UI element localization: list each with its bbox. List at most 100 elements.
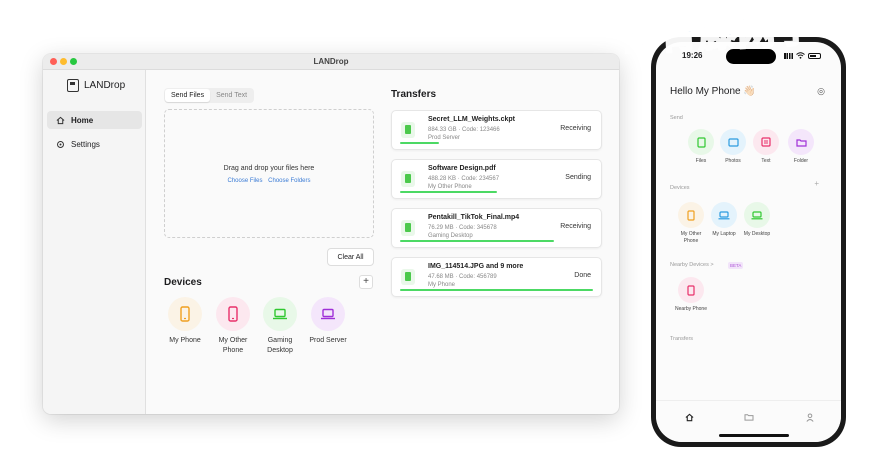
file-icon (696, 136, 706, 148)
transfer-meta: 47.68 MB · Code: 456789 (428, 274, 497, 280)
transfer-item[interactable]: Software Design.pdf 488.28 KB · Code: 23… (391, 159, 602, 199)
transfer-item[interactable]: Secret_LLM_Weights.ckpt 884.33 GB · Code… (391, 110, 602, 150)
device-my-phone[interactable]: My Phone (160, 297, 210, 346)
watermark: 常青藤网子 (618, 5, 817, 61)
titlebar: LANDrop (43, 54, 619, 70)
transfer-device: My Other Phone (428, 184, 472, 190)
transfer-status: Sending (565, 174, 591, 181)
send-section-label: Send (670, 115, 683, 121)
transfer-progress-bar (400, 142, 439, 144)
send-folder-button[interactable]: Folder (783, 129, 819, 165)
battery-icon (808, 52, 821, 59)
phone-tab-bar (656, 400, 841, 442)
device-avatar (311, 297, 345, 331)
folder-icon (795, 138, 807, 147)
device-avatar (168, 297, 202, 331)
beta-badge: BETA (728, 262, 744, 269)
laptop-icon (718, 210, 730, 219)
brand-name: LANDrop (84, 80, 126, 91)
transfer-name: Software Design.pdf (428, 165, 496, 172)
device-label: Prod Server (309, 337, 347, 344)
transfer-item[interactable]: Pentakill_TikTok_Final.mp4 76.29 MB · Co… (391, 208, 602, 248)
home-icon (56, 116, 65, 124)
person-icon[interactable] (806, 413, 814, 422)
phone-icon (687, 209, 695, 221)
folder-icon[interactable] (744, 413, 754, 421)
clear-all-button[interactable]: Clear All (327, 248, 374, 266)
device-label: My Other Phone (218, 337, 248, 354)
send-item-label: Files (695, 158, 707, 164)
send-files-button[interactable]: Files (683, 129, 719, 165)
send-item-label: Photos (725, 158, 741, 164)
file-icon (401, 220, 415, 236)
nearby-device-label: Nearby Phone (675, 306, 707, 312)
main-content: Send Files Send Text Drag and drop your … (147, 70, 619, 414)
phone-icon (180, 306, 190, 322)
chevron-right-icon: > (710, 262, 714, 268)
choose-files-link[interactable]: Choose Files (227, 178, 262, 184)
sidebar-item-home[interactable]: Home (47, 111, 142, 129)
home-indicator[interactable] (719, 434, 789, 437)
window-title: LANDrop (313, 57, 349, 66)
add-device-button[interactable]: + (359, 275, 373, 289)
add-device-button[interactable]: + (814, 179, 819, 188)
sidebar-item-label: Home (71, 115, 94, 125)
device-avatar (263, 297, 297, 331)
phone-device-label: My Laptop (712, 231, 736, 237)
sidebar: LANDrop Home Settings (43, 70, 146, 414)
drop-zone-title: Drag and drop your files here (223, 165, 315, 172)
phone-screen: 19:26 Hello My Phone 👋🏻 ◎ Send Files Pho… (656, 42, 841, 442)
transfer-status: Done (574, 272, 591, 279)
transfer-device: Gaming Desktop (428, 233, 473, 239)
send-item-label: Folder (793, 158, 809, 164)
device-prod-server[interactable]: Prod Server (303, 297, 353, 346)
tab-send-files[interactable]: Send Files (165, 89, 211, 102)
transfer-status: Receiving (560, 223, 591, 230)
transfers-section-label: Transfers (670, 336, 694, 342)
transfer-meta: 76.29 MB · Code: 345678 (428, 225, 497, 231)
phone-device-item[interactable]: My Desktop (739, 202, 775, 238)
device-avatar (216, 297, 250, 331)
gear-icon (57, 140, 64, 148)
nearby-devices-text: Nearby Devices (670, 262, 709, 268)
nearby-devices-label[interactable]: Nearby Devices > (670, 262, 714, 268)
brand: LANDrop (67, 79, 125, 92)
landrop-logo-icon (67, 79, 79, 92)
transfer-status: Receiving (560, 125, 591, 132)
device-my-other-phone[interactable]: My Other Phone (208, 297, 258, 356)
phone-mockup: 19:26 Hello My Phone 👋🏻 ◎ Send Files Pho… (651, 37, 846, 447)
phone-device-label: My Desktop (743, 231, 771, 237)
send-tabs: Send Files Send Text (164, 88, 255, 103)
sidebar-item-settings[interactable]: Settings (47, 135, 142, 153)
tab-send-text[interactable]: Send Text (210, 89, 253, 102)
drop-zone-links: Choose Files Choose Folders (165, 178, 373, 184)
photo-icon (727, 137, 739, 147)
text-icon (761, 137, 771, 147)
send-photos-button[interactable]: Photos (715, 129, 751, 165)
file-drop-zone[interactable]: Drag and drop your files here Choose Fil… (164, 109, 374, 238)
transfer-progress-bar (400, 240, 554, 242)
choose-folders-link[interactable]: Choose Folders (268, 178, 310, 184)
wifi-icon (796, 52, 805, 59)
phone-device-item[interactable]: My Other Phone (673, 202, 709, 245)
nearby-device-item[interactable]: Nearby Phone (673, 277, 709, 313)
home-icon[interactable] (685, 413, 694, 422)
file-icon (401, 171, 415, 187)
file-icon (401, 269, 415, 285)
transfer-progress-bar (400, 289, 593, 291)
transfer-device: My Phone (428, 282, 456, 288)
phone-device-item[interactable]: My Laptop (706, 202, 742, 238)
phone-device-label: My Other Phone (680, 231, 702, 244)
transfer-meta: 884.33 GB · Code: 123466 (428, 127, 500, 133)
laptop-icon (321, 308, 335, 320)
sidebar-item-label: Settings (71, 139, 100, 149)
transfer-name: Pentakill_TikTok_Final.mp4 (428, 214, 520, 221)
broadcast-icon[interactable]: ◎ (817, 86, 825, 97)
device-gaming-desktop[interactable]: Gaming Desktop (255, 297, 305, 356)
send-text-button[interactable]: Text (748, 129, 784, 165)
greeting: Hello My Phone 👋🏻 (670, 86, 756, 97)
laptop-icon (273, 308, 287, 320)
transfer-item[interactable]: IMG_114514.JPG and 9 more 47.68 MB · Cod… (391, 257, 602, 297)
phone-icon (228, 306, 238, 322)
transfer-device: Prod Server (428, 135, 461, 141)
